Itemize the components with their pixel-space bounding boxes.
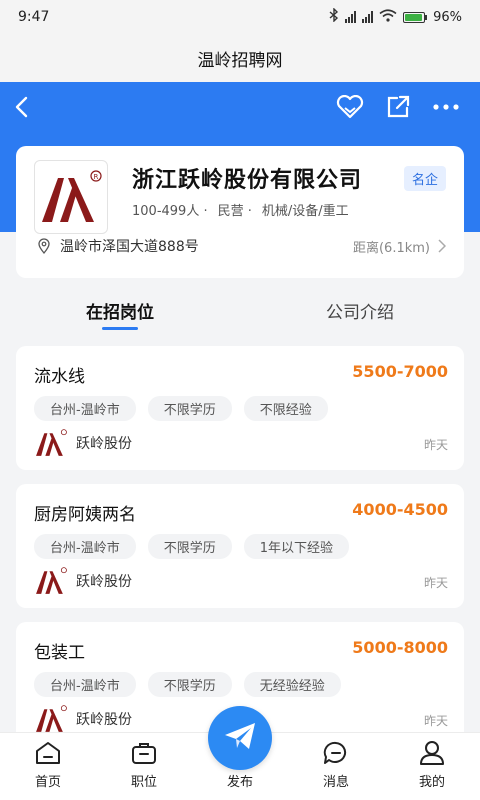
job-salary: 5500-7000 [352, 362, 448, 381]
tabbar-profile-label: 我的 [418, 775, 445, 790]
tab-company-intro[interactable]: 公司介绍 [240, 280, 480, 340]
signal-icon [345, 11, 357, 23]
tabbar-publish-label: 发布 [226, 775, 253, 790]
job-list: 流水线 5500-7000 台州-温岭市 不限学历 不限经验 跃岭股份 昨天 厨… [16, 346, 464, 760]
battery-percent: 96% [433, 9, 462, 25]
job-tags: 台州-温岭市 不限学历 无经验经验 [34, 672, 341, 697]
status-time: 9:47 [18, 9, 50, 25]
company-meta: 100-499人 · 民营 · 机械/设备/重工 [132, 200, 349, 219]
job-tag-education: 不限学历 [147, 396, 232, 421]
company-ownership: 民营 · [217, 204, 252, 219]
job-company-name: 跃岭股份 [76, 712, 132, 728]
job-salary: 4000-4500 [352, 500, 448, 519]
job-tag-education: 不限学历 [147, 534, 232, 559]
job-company: 跃岭股份 [34, 428, 132, 458]
job-salary: 5000-8000 [352, 638, 448, 657]
company-card: R 浙江跃岭股份有限公司 名企 100-499人 · 民营 · 机械/设备/重工… [16, 146, 464, 278]
tab-open-positions[interactable]: 在招岗位 [0, 280, 240, 340]
tabbar-home[interactable]: 首页 [0, 733, 96, 800]
job-post-time: 昨天 [423, 714, 448, 728]
favorite-icon[interactable] [330, 87, 370, 127]
tabbar-messages[interactable]: 消息 [288, 733, 384, 800]
company-size: 100-499人 · [132, 204, 208, 219]
signal-icon-2 [362, 11, 374, 23]
tabbar-jobs[interactable]: 职位 [96, 733, 192, 800]
company-industry: 机械/设备/重工 [261, 204, 349, 219]
status-icons: 96% [329, 7, 462, 26]
job-tag-location: 台州-温岭市 [34, 534, 136, 559]
job-card[interactable]: 流水线 5500-7000 台州-温岭市 不限学历 不限经验 跃岭股份 昨天 [16, 346, 464, 470]
company-logo: R [34, 160, 108, 234]
site-title: 温岭招聘网 [0, 34, 480, 82]
job-tags: 台州-温岭市 不限学历 不限经验 [34, 396, 328, 421]
company-distance: 距离(6.1km) [353, 237, 446, 256]
job-post-time: 昨天 [423, 576, 448, 590]
job-tag-experience: 无经验经验 [243, 672, 341, 697]
company-mini-logo [34, 704, 68, 734]
job-title: 厨房阿姨两名 [34, 505, 136, 525]
job-tag-education: 不限学历 [147, 672, 232, 697]
tabbar-home-label: 首页 [34, 775, 61, 790]
company-address: 温岭市泽国大道888号 [60, 239, 199, 255]
home-icon [35, 740, 61, 766]
svg-text:R: R [94, 173, 99, 181]
company-name: 浙江跃岭股份有限公司 [132, 168, 363, 193]
company-badge: 名企 [403, 166, 446, 191]
company-mini-logo [34, 428, 68, 458]
publish-button[interactable] [208, 706, 272, 770]
job-company-name: 跃岭股份 [76, 436, 132, 452]
job-tags: 台州-温岭市 不限学历 1年以下经验 [34, 534, 349, 559]
company-mini-logo [34, 566, 68, 596]
job-tag-experience: 1年以下经验 [243, 534, 349, 559]
tabbar-messages-label: 消息 [322, 775, 349, 790]
job-post-time: 昨天 [423, 438, 448, 452]
nav-bar [0, 82, 480, 132]
location-pin-icon [36, 238, 52, 255]
job-title: 流水线 [34, 367, 85, 387]
job-company: 跃岭股份 [34, 704, 132, 734]
user-icon [419, 740, 445, 766]
job-company-name: 跃岭股份 [76, 574, 132, 590]
share-icon[interactable] [378, 87, 418, 127]
job-tag-experience: 不限经验 [243, 396, 328, 421]
job-title: 包装工 [34, 643, 85, 663]
job-tag-location: 台州-温岭市 [34, 396, 136, 421]
job-company: 跃岭股份 [34, 566, 132, 596]
job-tag-location: 台州-温岭市 [34, 672, 136, 697]
paper-plane-icon [223, 721, 257, 755]
status-bar: 9:47 96% [0, 0, 480, 34]
message-icon [323, 740, 349, 766]
job-card[interactable]: 厨房阿姨两名 4000-4500 台州-温岭市 不限学历 1年以下经验 跃岭股份… [16, 484, 464, 608]
briefcase-icon [131, 740, 157, 766]
battery-icon [403, 11, 428, 23]
chevron-right-icon [438, 239, 446, 253]
bluetooth-icon [329, 7, 339, 26]
tabbar-jobs-label: 职位 [130, 775, 157, 790]
tabbar-profile[interactable]: 我的 [384, 733, 480, 800]
wifi-icon [379, 8, 397, 26]
company-tabs: 在招岗位 公司介绍 [0, 280, 480, 340]
back-icon[interactable] [14, 95, 38, 119]
more-icon[interactable] [426, 87, 466, 127]
company-address-row[interactable]: 温岭市泽国大道888号 距离(6.1km) [36, 236, 446, 256]
